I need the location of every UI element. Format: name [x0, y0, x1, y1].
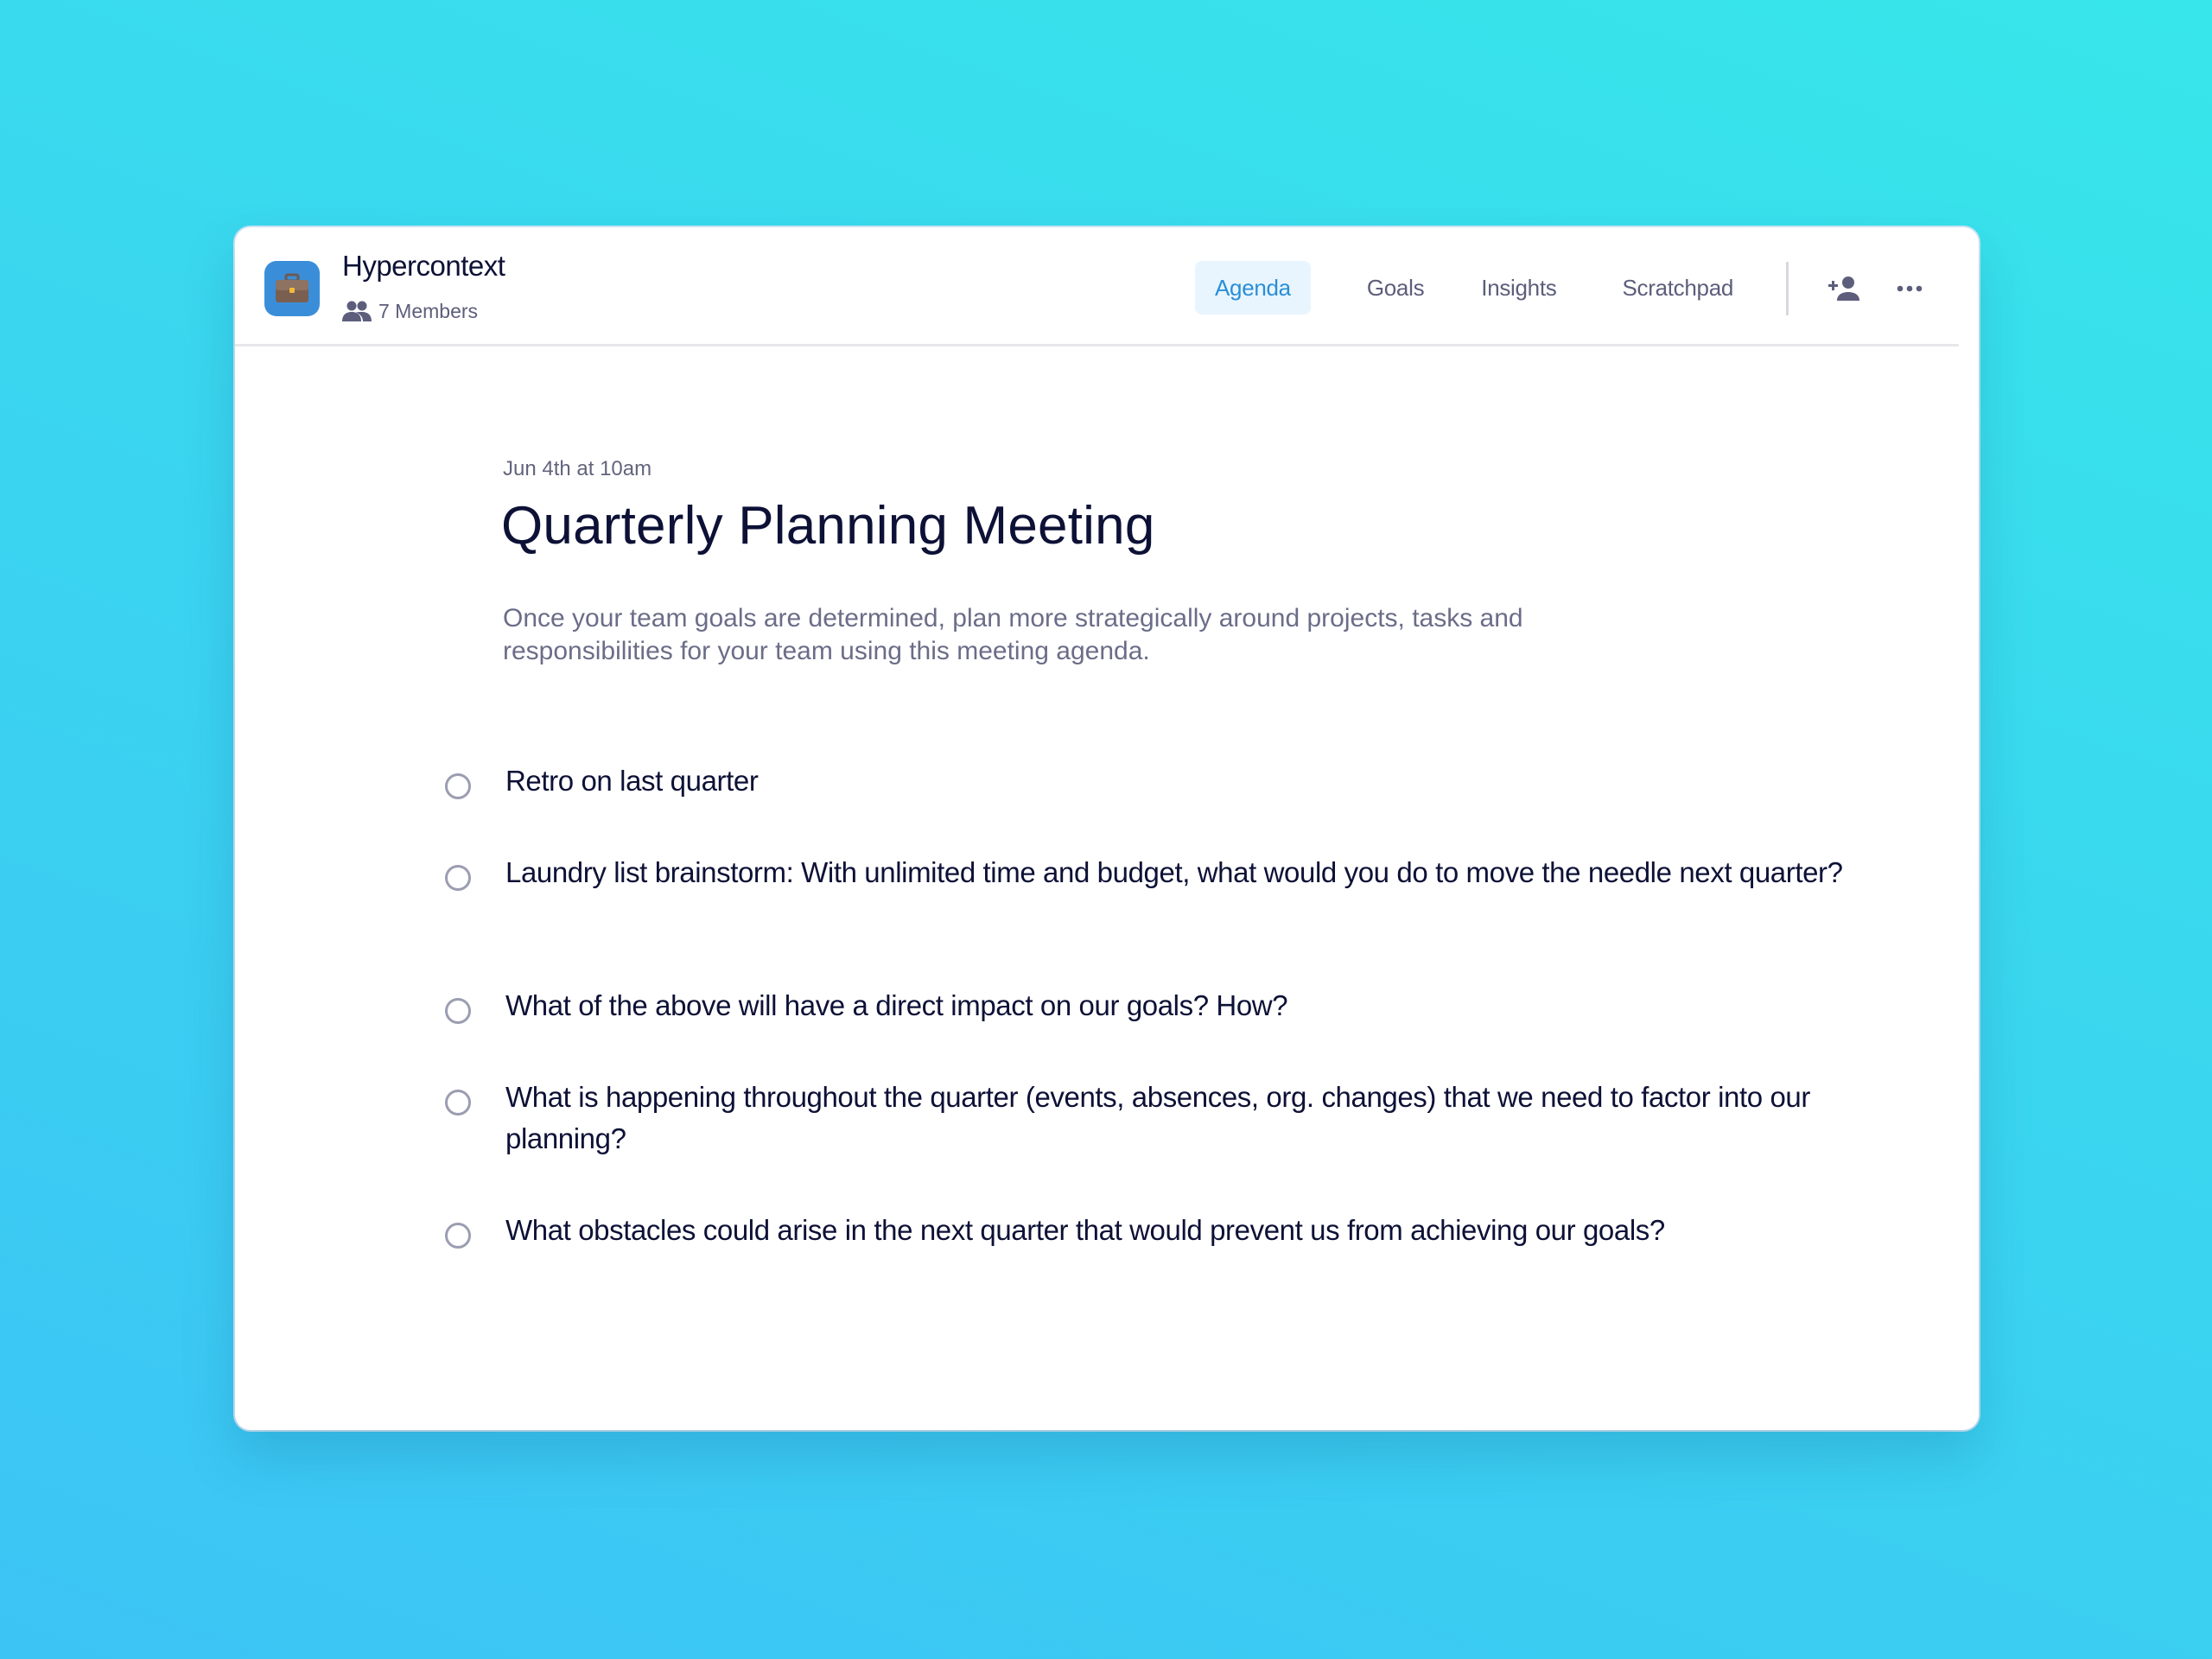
members-count: 7 Members: [378, 299, 479, 322]
meeting-description: Once your team goals are determined, pla…: [503, 604, 1523, 665]
tab-agenda[interactable]: Agenda: [1195, 261, 1311, 315]
agenda-item-checkbox[interactable]: [445, 865, 471, 891]
more-horizontal-icon: [1897, 285, 1923, 292]
agenda-item-text[interactable]: What of the above will have a direct imp…: [505, 985, 1853, 1027]
more-options-button[interactable]: [1888, 267, 1931, 310]
header: Hypercontext 7 Members Agenda Goals Insi…: [235, 227, 1959, 346]
people-icon: [342, 301, 372, 321]
tab-insights[interactable]: Insights: [1461, 261, 1576, 315]
meeting-date: Jun 4th at 10am: [503, 457, 652, 480]
agenda-item-text[interactable]: What is happening throughout the quarter…: [505, 1077, 1853, 1160]
person-add-icon: [1828, 276, 1859, 301]
meeting-title: Quarterly Planning Meeting: [501, 496, 1155, 556]
agenda-item-text[interactable]: Laundry list brainstorm: With unlimited …: [505, 852, 1853, 893]
header-divider: [1786, 262, 1789, 315]
agenda-item-checkbox[interactable]: [445, 773, 471, 799]
tab-goals[interactable]: Goals: [1347, 261, 1444, 315]
agenda-item-checkbox[interactable]: [445, 998, 471, 1024]
agenda-item-checkbox[interactable]: [445, 1223, 471, 1249]
add-member-button[interactable]: [1823, 267, 1866, 310]
tab-scratchpad[interactable]: Scratchpad: [1602, 261, 1753, 315]
briefcase-icon: [276, 273, 308, 302]
workspace-avatar[interactable]: [264, 261, 320, 316]
agenda-item-checkbox[interactable]: [445, 1090, 471, 1116]
agenda-item-text[interactable]: Retro on last quarter: [505, 760, 1853, 802]
workspace-name: Hypercontext: [342, 250, 505, 282]
agenda-item-text[interactable]: What obstacles could arise in the next q…: [505, 1210, 1853, 1251]
members-link[interactable]: 7 Members: [342, 296, 478, 326]
nav-tabs: Agenda Goals Insights Scratchpad: [1195, 261, 1753, 315]
